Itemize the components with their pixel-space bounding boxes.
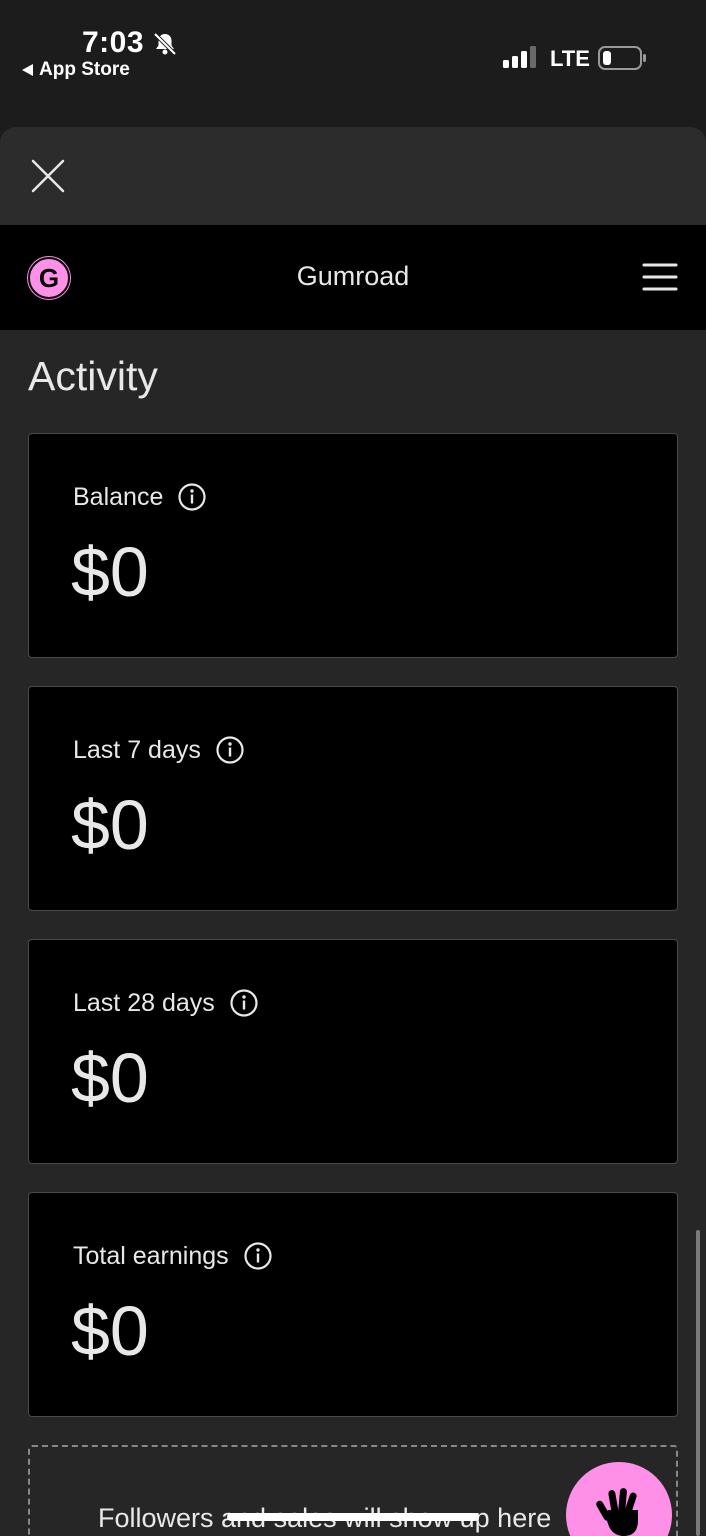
battery-icon (598, 46, 646, 70)
balance-card: Balance $0 (28, 433, 678, 658)
web-sheet: G Gumroad Activity Balance $0 Last 7 day… (0, 127, 706, 1536)
close-icon[interactable] (30, 158, 66, 194)
back-to-app-store[interactable]: App Store (22, 59, 130, 81)
card-label-row: Last 28 days (73, 988, 259, 1018)
card-label: Last 28 days (73, 988, 215, 1017)
card-label-row: Total earnings (73, 1241, 273, 1271)
info-icon[interactable] (215, 735, 245, 765)
home-indicator (227, 1513, 479, 1521)
last-28-days-card: Last 28 days $0 (28, 939, 678, 1164)
nav-title: Gumroad (296, 261, 410, 291)
bell-slash-icon (153, 32, 177, 56)
card-value: $0 (71, 1292, 149, 1370)
info-icon[interactable] (229, 988, 259, 1018)
status-time: 7:03 (82, 26, 145, 59)
back-arrow-icon (22, 64, 33, 76)
sheet-header (0, 127, 706, 225)
signal-icon (503, 46, 536, 68)
hand-icon (596, 1488, 638, 1536)
status-bar: 7:03 App Store LTE (0, 0, 706, 127)
back-app-label: App Store (39, 59, 130, 80)
card-label: Last 7 days (73, 735, 201, 764)
network-label: LTE (550, 46, 590, 71)
card-label: Balance (73, 482, 164, 511)
total-earnings-card: Total earnings $0 (28, 1192, 678, 1417)
info-icon[interactable] (243, 1241, 273, 1271)
scrollbar[interactable] (696, 1230, 700, 1536)
menu-icon[interactable] (642, 262, 678, 292)
card-label-row: Last 7 days (73, 735, 245, 765)
last-7-days-card: Last 7 days $0 (28, 686, 678, 911)
card-label-row: Balance (73, 482, 207, 512)
card-value: $0 (71, 786, 149, 864)
card-value: $0 (71, 533, 149, 611)
card-value: $0 (71, 1039, 149, 1117)
top-nav: G Gumroad (0, 225, 706, 330)
card-label: Total earnings (73, 1241, 229, 1270)
info-icon[interactable] (177, 482, 207, 512)
page-title: Activity (28, 353, 158, 399)
